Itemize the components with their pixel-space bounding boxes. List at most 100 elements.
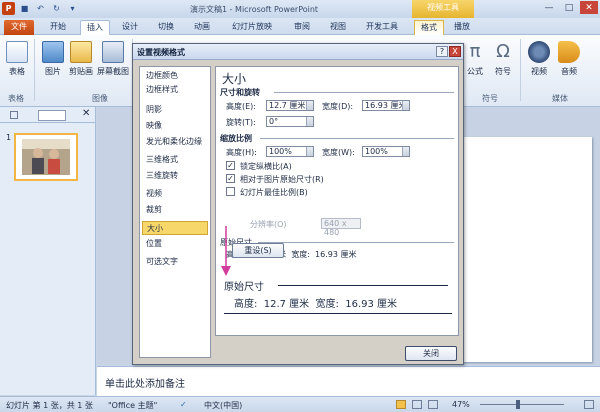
tab-design[interactable]: 设计: [116, 20, 144, 35]
nav-item-border-style[interactable]: 边框样式: [142, 83, 208, 97]
nav-item-3d-rotation[interactable]: 三维旋转: [142, 169, 208, 183]
zoom-level[interactable]: 47%: [452, 400, 470, 409]
scale-width-input[interactable]: 100%: [362, 146, 410, 157]
outline-tab-icon[interactable]: [10, 111, 18, 119]
undo-icon[interactable]: ↶: [34, 2, 47, 15]
equation-label: 公式: [467, 67, 483, 76]
video-button[interactable]: 视频: [526, 41, 552, 77]
zoom-slider-thumb[interactable]: [516, 400, 520, 409]
resolution-label: 分辨率(O): [250, 220, 287, 229]
group-label-symbols: 符号: [482, 94, 498, 103]
maximize-icon[interactable]: □: [560, 1, 578, 14]
notes-pane[interactable]: 单击此处添加备注: [97, 366, 600, 396]
equation-icon: π: [469, 41, 481, 62]
tab-animations[interactable]: 动画: [188, 20, 216, 35]
table-icon: [6, 41, 28, 63]
tab-transitions[interactable]: 切换: [152, 20, 180, 35]
tab-developer[interactable]: 开发工具: [360, 20, 404, 35]
symbol-icon: Ω: [496, 41, 510, 62]
minimize-icon[interactable]: —: [540, 1, 558, 14]
close-pane-icon[interactable]: ✕: [82, 108, 90, 119]
screenshot-button[interactable]: 屏幕截图: [96, 41, 130, 77]
customize-qat-icon[interactable]: ▾: [66, 2, 79, 15]
theme-name: "Office 主题": [108, 401, 158, 410]
relative-original-label: 相对于图片原始尺寸(R): [240, 175, 324, 184]
dialog-close-icon[interactable]: X: [449, 46, 461, 57]
resolution-select[interactable]: 640 x 480: [321, 218, 361, 237]
close-button[interactable]: 关闭: [405, 346, 457, 361]
nav-item-size[interactable]: 大小: [142, 221, 208, 235]
quick-access-toolbar: P ■ ↶ ↻ ▾: [2, 2, 79, 15]
category-list: 边框颜色 边框样式 阴影 映像 发光和柔化边缘 三维格式 三维旋转 视频 裁剪 …: [139, 66, 211, 358]
tab-review[interactable]: 审阅: [288, 20, 316, 35]
video-icon: [528, 41, 550, 63]
nav-item-reflection[interactable]: 映像: [142, 119, 208, 133]
slides-tab-icon[interactable]: [38, 110, 66, 121]
picture-icon: [42, 41, 64, 63]
reading-view-icon[interactable]: [428, 400, 438, 409]
equation-button[interactable]: π 公式: [462, 41, 488, 77]
pane-tabs: ✕: [0, 107, 96, 123]
slide-thumbnail[interactable]: [14, 133, 78, 181]
nav-item-shadow[interactable]: 阴影: [142, 103, 208, 117]
close-window-icon[interactable]: ✕: [580, 1, 598, 14]
nav-item-border-color[interactable]: 边框颜色: [142, 69, 208, 83]
tab-insert[interactable]: 插入: [80, 20, 110, 35]
width-input[interactable]: 16.93 厘米: [362, 100, 410, 111]
group-separator: [34, 39, 35, 101]
nav-item-position[interactable]: 位置: [142, 237, 208, 251]
tab-view[interactable]: 视图: [324, 20, 352, 35]
normal-view-icon[interactable]: [396, 400, 406, 409]
dialog-title: 设置视频格式: [137, 48, 185, 57]
tab-slideshow[interactable]: 幻灯片放映: [226, 20, 278, 35]
zoom-slider[interactable]: [480, 404, 564, 405]
dialog-title-bar[interactable]: 设置视频格式 ? X: [133, 44, 463, 60]
slide-number: 1: [6, 133, 12, 142]
best-scale-checkbox[interactable]: [226, 187, 235, 196]
tab-home[interactable]: 开始: [44, 20, 72, 35]
audio-label: 音频: [561, 67, 577, 76]
tab-file[interactable]: 文件: [4, 20, 34, 35]
best-scale-label: 幻灯片最佳比例(B): [240, 188, 308, 197]
nav-item-video[interactable]: 视频: [142, 187, 208, 201]
symbol-button[interactable]: Ω 符号: [490, 41, 516, 77]
nav-item-crop[interactable]: 裁剪: [142, 203, 208, 217]
fit-to-window-icon[interactable]: [584, 400, 594, 409]
divider: [260, 138, 454, 139]
language[interactable]: 中文(中国): [204, 400, 242, 411]
nav-item-3d-format[interactable]: 三维格式: [142, 153, 208, 167]
zoom-callout-rule: [278, 285, 448, 286]
group-separator: [520, 39, 521, 101]
relative-original-checkbox[interactable]: ✓: [226, 174, 235, 183]
scale-height-input[interactable]: 100%: [266, 146, 314, 157]
height-input[interactable]: 12.7 厘米: [266, 100, 314, 111]
tab-format[interactable]: 格式: [414, 20, 444, 35]
redo-icon[interactable]: ↻: [50, 2, 63, 15]
slide-canvas[interactable]: [462, 137, 592, 362]
nav-item-glow[interactable]: 发光和柔化边缘: [142, 135, 208, 149]
screenshot-icon: [102, 41, 124, 63]
reset-button[interactable]: 重设(S): [232, 243, 284, 258]
spellcheck-icon[interactable]: ✓: [180, 400, 187, 409]
table-label: 表格: [9, 67, 25, 76]
width-label: 宽度(D):: [322, 102, 354, 111]
sorter-view-icon[interactable]: [412, 400, 422, 409]
window-title: 演示文稿1 - Microsoft PowerPoint: [190, 5, 319, 14]
format-video-dialog: 设置视频格式 ? X 边框颜色 边框样式 阴影 映像 发光和柔化边缘 三维格式 …: [132, 43, 464, 365]
section-title: 大小: [222, 72, 247, 86]
audio-button[interactable]: 音频: [556, 41, 582, 77]
powerpoint-logo-icon[interactable]: P: [2, 2, 15, 15]
video-label: 视频: [531, 67, 547, 76]
screenshot-label: 屏幕截图: [97, 67, 129, 76]
clipart-button[interactable]: 剪贴画: [68, 41, 94, 77]
picture-button[interactable]: 图片: [40, 41, 66, 77]
divider: [274, 92, 454, 93]
nav-item-alt-text[interactable]: 可选文字: [142, 255, 208, 269]
lock-aspect-checkbox[interactable]: ✓: [226, 161, 235, 170]
lock-aspect-label: 锁定纵横比(A): [240, 162, 292, 171]
rotation-input[interactable]: 0°: [266, 116, 314, 127]
tab-playback[interactable]: 播放: [448, 20, 476, 35]
save-icon[interactable]: ■: [18, 2, 31, 15]
help-button[interactable]: ?: [436, 46, 448, 57]
table-button[interactable]: 表格: [4, 41, 30, 77]
